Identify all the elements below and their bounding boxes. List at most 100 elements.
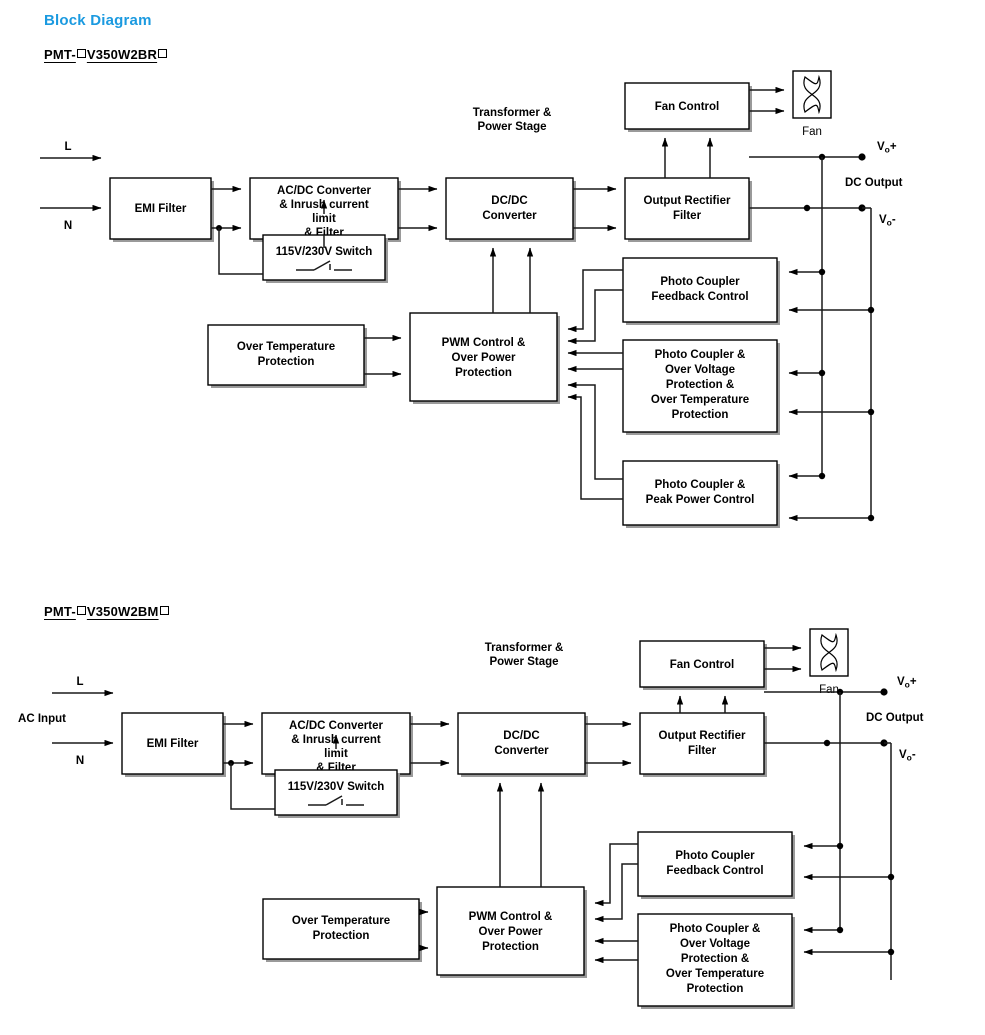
svg-text:Over Voltage: Over Voltage [680,938,750,950]
svg-text:PWM Control &: PWM Control & [469,911,553,923]
svg-text:Transformer &: Transformer & [473,107,552,119]
fan-icon [792,70,832,119]
fan-label: Fan [802,126,822,138]
wires-fan-control-to-fan [749,86,785,115]
model-prefix: PMT- [44,604,76,619]
block-output-rectifier-filter: Output Rectifier Filter [639,712,767,777]
block-photo-coupler-ovp: Photo Coupler & Over Voltage Protection … [637,913,795,1009]
svg-text:Protection &: Protection & [666,379,734,391]
svg-text:Photo Coupler: Photo Coupler [675,850,755,862]
block-fan-control: Fan Control [624,82,752,132]
block-pwm-control: PWM Control & Over Power Protection [436,886,587,978]
input-label-ac-input: AC Input [18,713,66,725]
block-acdc-converter: AC/DC Converter & Inrush current limit &… [261,712,413,777]
svg-text:Converter: Converter [482,210,537,222]
output-terminal-labels: Vo+ Vo- DC Output [866,676,924,763]
block-voltage-switch: 115V/230V Switch [262,234,388,283]
svg-text:Over Power: Over Power [452,352,516,364]
svg-text:Filter: Filter [688,745,717,757]
label-vo-plus: Vo+ [897,676,917,690]
svg-text:Over Temperature: Over Temperature [666,968,764,980]
svg-text:limit: limit [312,213,336,225]
svg-text:Over Voltage: Over Voltage [665,364,735,376]
wires-photo-feedback-to-pwm [594,843,638,923]
block-pwm-control: PWM Control & Over Power Protection [409,312,560,404]
page-title: Block Diagram [44,12,152,29]
svg-text:Output Rectifier: Output Rectifier [644,195,731,207]
svg-text:Feedback Control: Feedback Control [651,291,748,303]
block-over-temperature-protection: Over Temperature Protection [207,324,367,388]
svg-text:Over Temperature: Over Temperature [237,341,335,353]
placeholder-square-icon [76,606,86,615]
caption-transformer-power-stage: Transformer & Power Stage [473,107,552,133]
svg-text:Transformer &: Transformer & [485,642,564,654]
block-photo-coupler-ovp: Photo Coupler & Over Voltage Protection … [622,339,780,435]
block-dcdc-converter: DC/DC Converter [457,712,588,777]
block-photo-coupler-feedback: Photo Coupler Feedback Control [637,831,795,899]
svg-text:Protection: Protection [482,941,539,953]
wires-dcdc-to-rectifier [585,720,632,767]
placeholder-square-icon [159,606,169,615]
wires-pwm-to-dcdc [489,247,534,313]
svg-text:AC/DC Converter: AC/DC Converter [289,720,383,732]
block-output-rectifier-filter: Output Rectifier Filter [624,177,752,242]
svg-text:Filter: Filter [673,210,702,222]
placeholder-square-icon [76,49,86,58]
wires-rectifier-to-fan-control [676,695,729,713]
block-photo-coupler-feedback: Photo Coupler Feedback Control [622,257,780,325]
block-photo-coupler-peak-power: Photo Coupler & Peak Power Control [622,460,780,528]
wires-bus-to-photocouplers [788,268,875,522]
input-label-n: N [64,220,72,232]
svg-text:DC/DC: DC/DC [491,195,527,207]
wires-dcdc-to-rectifier [573,185,617,232]
label-vo-plus: Vo+ [877,141,897,155]
model-mid: V350W2BM [86,604,159,619]
svg-text:Over Temperature: Over Temperature [651,394,749,406]
block-diagram-bm: EMI Filter AC/DC Converter & Inrush curr… [0,628,985,1035]
block-acdc-converter: AC/DC Converter & Inrush current limit &… [249,177,401,242]
svg-text:Power Stage: Power Stage [477,121,546,133]
svg-text:Photo Coupler &: Photo Coupler & [670,923,761,935]
svg-text:Feedback Control: Feedback Control [666,865,763,877]
wires-fan-control-to-fan [764,644,802,673]
wires-pwm-to-dcdc [496,782,545,887]
svg-text:Protection: Protection [313,930,370,942]
wires-photo-ovp-to-pwm [594,937,638,964]
svg-text:Protection: Protection [455,367,512,379]
block-voltage-switch: 115V/230V Switch [274,769,400,818]
svg-text:AC/DC Converter: AC/DC Converter [277,185,371,197]
svg-text:DC/DC: DC/DC [503,730,539,742]
svg-text:Photo Coupler: Photo Coupler [660,276,740,288]
label-dc-output: DC Output [845,177,903,189]
block-dcdc-converter: DC/DC Converter [445,177,576,242]
block-label-voltage-switch: 115V/230V Switch [288,781,385,793]
svg-text:PWM Control &: PWM Control & [442,337,526,349]
model-number-bm: PMT- V350W2BM [44,604,170,619]
block-label-emi-filter: EMI Filter [147,738,199,750]
block-emi-filter: EMI Filter [121,712,226,777]
wires-bus-to-photocouplers [803,842,895,956]
wires-photo-ovp-to-pwm [567,349,623,373]
fan-label: Fan [819,684,839,696]
label-vo-minus: Vo- [899,749,916,763]
svg-text:Protection: Protection [687,983,744,995]
block-diagram-br: EMI Filter AC/DC Converter & Inrush curr… [0,58,985,548]
wires-photo-feedback-to-pwm [567,269,623,345]
placeholder-square-icon [158,49,168,58]
label-vo-minus: Vo- [879,214,896,228]
svg-text:Power Stage: Power Stage [489,656,558,668]
input-label-n: N [76,755,84,767]
svg-text:Over Power: Over Power [479,926,543,938]
svg-text:Converter: Converter [494,745,549,757]
block-emi-filter: EMI Filter [109,177,214,242]
input-label-l: L [76,676,83,688]
block-label-fan-control: Fan Control [655,101,720,113]
output-terminal-labels: Vo+ Vo- DC Output [845,141,903,228]
wires-ac-input: L N [40,141,102,232]
svg-text:Over Temperature: Over Temperature [292,915,390,927]
svg-text:Protection: Protection [672,409,729,421]
wires-acdc-to-dcdc [410,720,450,767]
svg-text:Protection: Protection [258,356,315,368]
wires-rectifier-to-fan-control [661,137,714,178]
label-dc-output: DC Output [866,712,924,724]
